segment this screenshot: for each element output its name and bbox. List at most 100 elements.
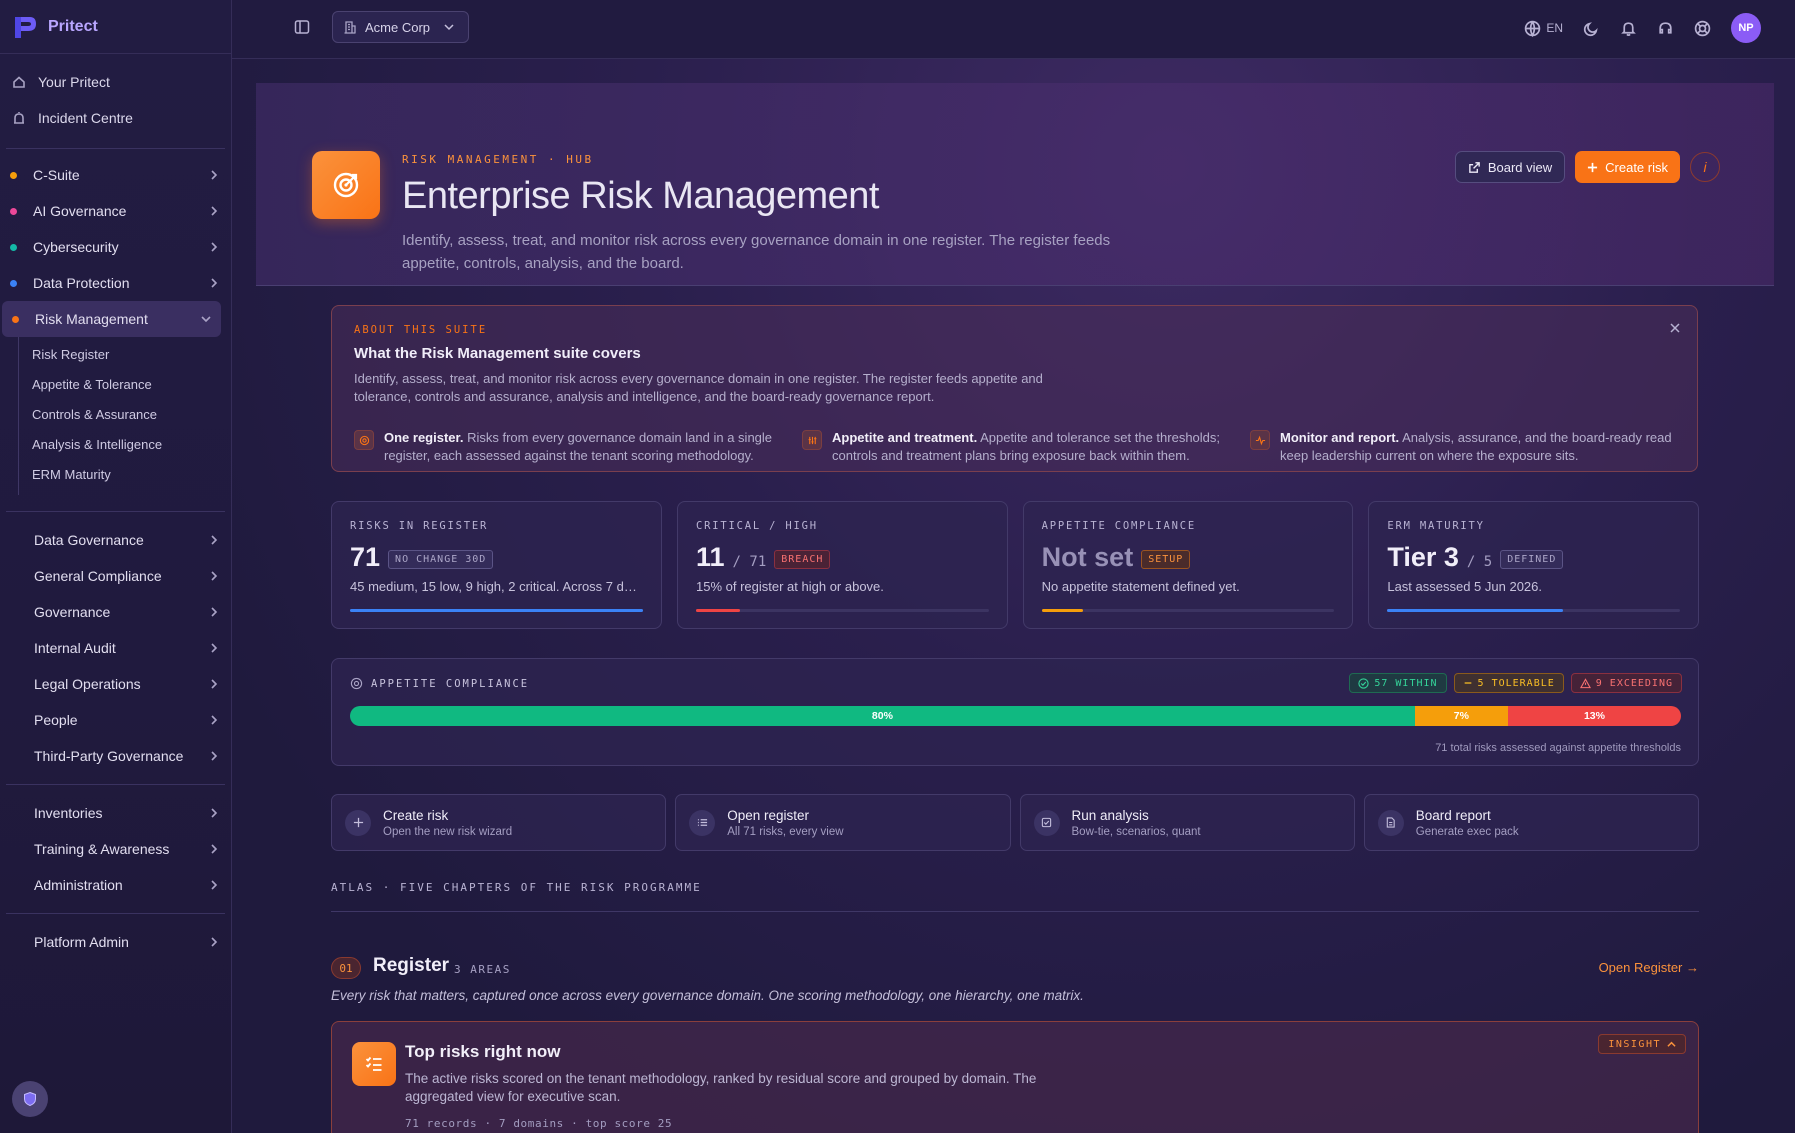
moon-icon[interactable]	[1583, 20, 1600, 37]
insight-meta: 71 records · 7 domains · top score 25	[405, 1117, 673, 1130]
nav-your-pritect[interactable]: Your Pritect	[0, 64, 231, 100]
bell-icon[interactable]	[1620, 20, 1637, 37]
brand-name: Pritect	[48, 17, 98, 35]
kpi-appetite-compliance[interactable]: APPETITE COMPLIANCE Not set SETUP No app…	[1022, 501, 1354, 629]
user-avatar[interactable]: NP	[1731, 13, 1761, 43]
nav-label: Inventories	[34, 805, 103, 821]
nav-label: Cybersecurity	[33, 239, 119, 255]
nav-group-third-party-governance[interactable]: Third-Party Governance	[0, 738, 231, 774]
org-name: Acme Corp	[365, 19, 431, 35]
close-icon[interactable]	[1669, 322, 1681, 334]
nav-incident-centre[interactable]: Incident Centre	[0, 100, 231, 136]
subnav-controls-assurance[interactable]: Controls & Assurance	[19, 399, 231, 429]
appetite-compliance-panel: APPETITE COMPLIANCE 57 WITHIN 5 TOLERABL…	[331, 658, 1699, 766]
nav-group-risk-management[interactable]: Risk Management	[2, 301, 221, 337]
nav-group-training-awareness[interactable]: Training & Awareness	[0, 831, 231, 867]
nav-group-ai-governance[interactable]: AI Governance	[0, 193, 231, 229]
subnav-risk-register[interactable]: Risk Register	[19, 339, 231, 369]
subnav-analysis-intelligence[interactable]: Analysis & Intelligence	[19, 429, 231, 459]
nav-group-inventories[interactable]: Inventories	[0, 795, 231, 831]
main-content: RISK MANAGEMENT · HUB Enterprise Risk Ma…	[232, 59, 1795, 1133]
create-risk-button[interactable]: Create risk	[1575, 151, 1680, 183]
appetite-label: APPETITE COMPLIANCE	[350, 677, 529, 690]
target-icon	[350, 677, 363, 690]
within-badge[interactable]: 57 WITHIN	[1349, 673, 1447, 693]
nav-label: Incident Centre	[38, 110, 133, 126]
chevron-right-icon	[211, 242, 218, 252]
kpi-label: CRITICAL / HIGH	[696, 520, 818, 532]
appetite-footnote: 71 total risks assessed against appetite…	[1435, 742, 1681, 754]
headset-icon[interactable]	[1657, 20, 1674, 37]
subnav-erm-maturity[interactable]: ERM Maturity	[19, 459, 231, 489]
badge-label: 5 TOLERABLE	[1477, 677, 1555, 689]
nav-group-data-governance[interactable]: Data Governance	[0, 522, 231, 558]
suite-dot	[10, 171, 17, 179]
kpi-subtext: 45 medium, 15 low, 9 high, 2 critical. A…	[350, 579, 643, 594]
help-ring-icon[interactable]	[1694, 20, 1711, 37]
action-board-report[interactable]: Board report Generate exec pack	[1363, 794, 1699, 851]
action-run-analysis[interactable]: Run analysis Bow-tie, scenarios, quant	[1019, 794, 1355, 851]
kpi-denominator: / 71	[732, 554, 767, 570]
kpi-label: RISKS IN REGISTER	[350, 520, 489, 532]
nav-label: AI Governance	[33, 203, 127, 219]
button-label: Board view	[1487, 159, 1553, 175]
insight-toggle[interactable]: INSIGHT	[1598, 1034, 1686, 1054]
nav-group-cybersecurity[interactable]: Cybersecurity	[0, 229, 231, 265]
action-title: Create risk	[383, 807, 449, 823]
nav-group-people[interactable]: People	[0, 702, 231, 738]
home-icon	[13, 76, 25, 88]
feature-monitor-report: Monitor and report. Analysis, assurance,…	[1250, 429, 1675, 465]
nav-group-general-compliance[interactable]: General Compliance	[0, 558, 231, 594]
nav-group-administration[interactable]: Administration	[0, 867, 231, 903]
nav-group-c-suite[interactable]: C-Suite	[0, 157, 231, 193]
segment-exceeding: 13%	[1507, 706, 1681, 726]
risk-subnav: Risk Register Appetite & Tolerance Contr…	[18, 337, 231, 495]
nav-group-platform-admin[interactable]: Platform Admin	[0, 924, 231, 960]
action-open-register[interactable]: Open register All 71 risks, every view	[675, 794, 1011, 851]
kpi-erm-maturity[interactable]: ERM MATURITY Tier 3 / 5 DEFINED Last ass…	[1368, 501, 1700, 629]
info-button[interactable]: i	[1690, 152, 1720, 182]
kpi-denominator: / 5	[1466, 554, 1493, 570]
quick-actions: Create risk Open the new risk wizard Open…	[331, 794, 1699, 851]
nav-group-governance[interactable]: Governance	[0, 594, 231, 630]
sidebar-toggle-icon[interactable]	[294, 19, 310, 35]
pulse-icon	[1250, 430, 1270, 450]
sliders-icon	[802, 430, 822, 450]
insight-card[interactable]: Top risks right now The active risks sco…	[331, 1021, 1699, 1133]
action-create-risk[interactable]: Create risk Open the new risk wizard	[331, 794, 667, 851]
brand[interactable]: Pritect	[0, 0, 231, 54]
exceeding-badge[interactable]: 9 EXCEEDING	[1570, 673, 1682, 693]
nav-label: Training & Awareness	[34, 841, 170, 857]
nav-label: General Compliance	[34, 568, 162, 584]
feature-bold: Appetite and treatment.	[832, 430, 978, 445]
chevron-right-icon	[211, 679, 218, 689]
atlas-heading: ATLAS · FIVE CHAPTERS OF THE RISK PROGRA…	[331, 881, 702, 894]
about-title: What the Risk Management suite covers	[354, 345, 641, 362]
action-subtitle: Open the new risk wizard	[383, 825, 513, 838]
tolerable-badge[interactable]: 5 TOLERABLE	[1453, 673, 1564, 693]
kpi-label: APPETITE COMPLIANCE	[1041, 520, 1196, 532]
chapter-areas: 3 AREAS	[454, 963, 511, 976]
board-view-button[interactable]: Board view	[1454, 151, 1566, 183]
nav-group-internal-audit[interactable]: Internal Audit	[0, 630, 231, 666]
kpi-progress-fill	[350, 609, 643, 612]
kpi-progress-fill	[696, 609, 740, 612]
plus-icon	[345, 809, 371, 836]
kpi-critical-high[interactable]: CRITICAL / HIGH 11 / 71 BREACH 15% of re…	[677, 501, 1008, 629]
language-switcher[interactable]: EN	[1524, 20, 1563, 37]
chapter-description: Every risk that matters, captured once a…	[331, 988, 1084, 1003]
org-selector[interactable]: Acme Corp	[332, 11, 469, 43]
action-title: Board report	[1415, 807, 1491, 823]
nav-label: Your Pritect	[38, 74, 110, 90]
open-register-link[interactable]: Open Register →	[1599, 960, 1699, 975]
divider	[6, 913, 225, 914]
about-eyebrow: ABOUT THIS SUITE	[354, 324, 488, 336]
nav-label: Risk Management	[35, 311, 148, 327]
assistant-button[interactable]	[12, 1081, 48, 1117]
status-badge: DEFINED	[1500, 550, 1564, 569]
subnav-appetite-tolerance[interactable]: Appetite & Tolerance	[19, 369, 231, 399]
chevron-right-icon	[211, 937, 218, 947]
nav-group-data-protection[interactable]: Data Protection	[0, 265, 231, 301]
kpi-risks-in-register[interactable]: RISKS IN REGISTER 71 NO CHANGE 30D 45 me…	[331, 501, 662, 629]
nav-group-legal-operations[interactable]: Legal Operations	[0, 666, 231, 702]
